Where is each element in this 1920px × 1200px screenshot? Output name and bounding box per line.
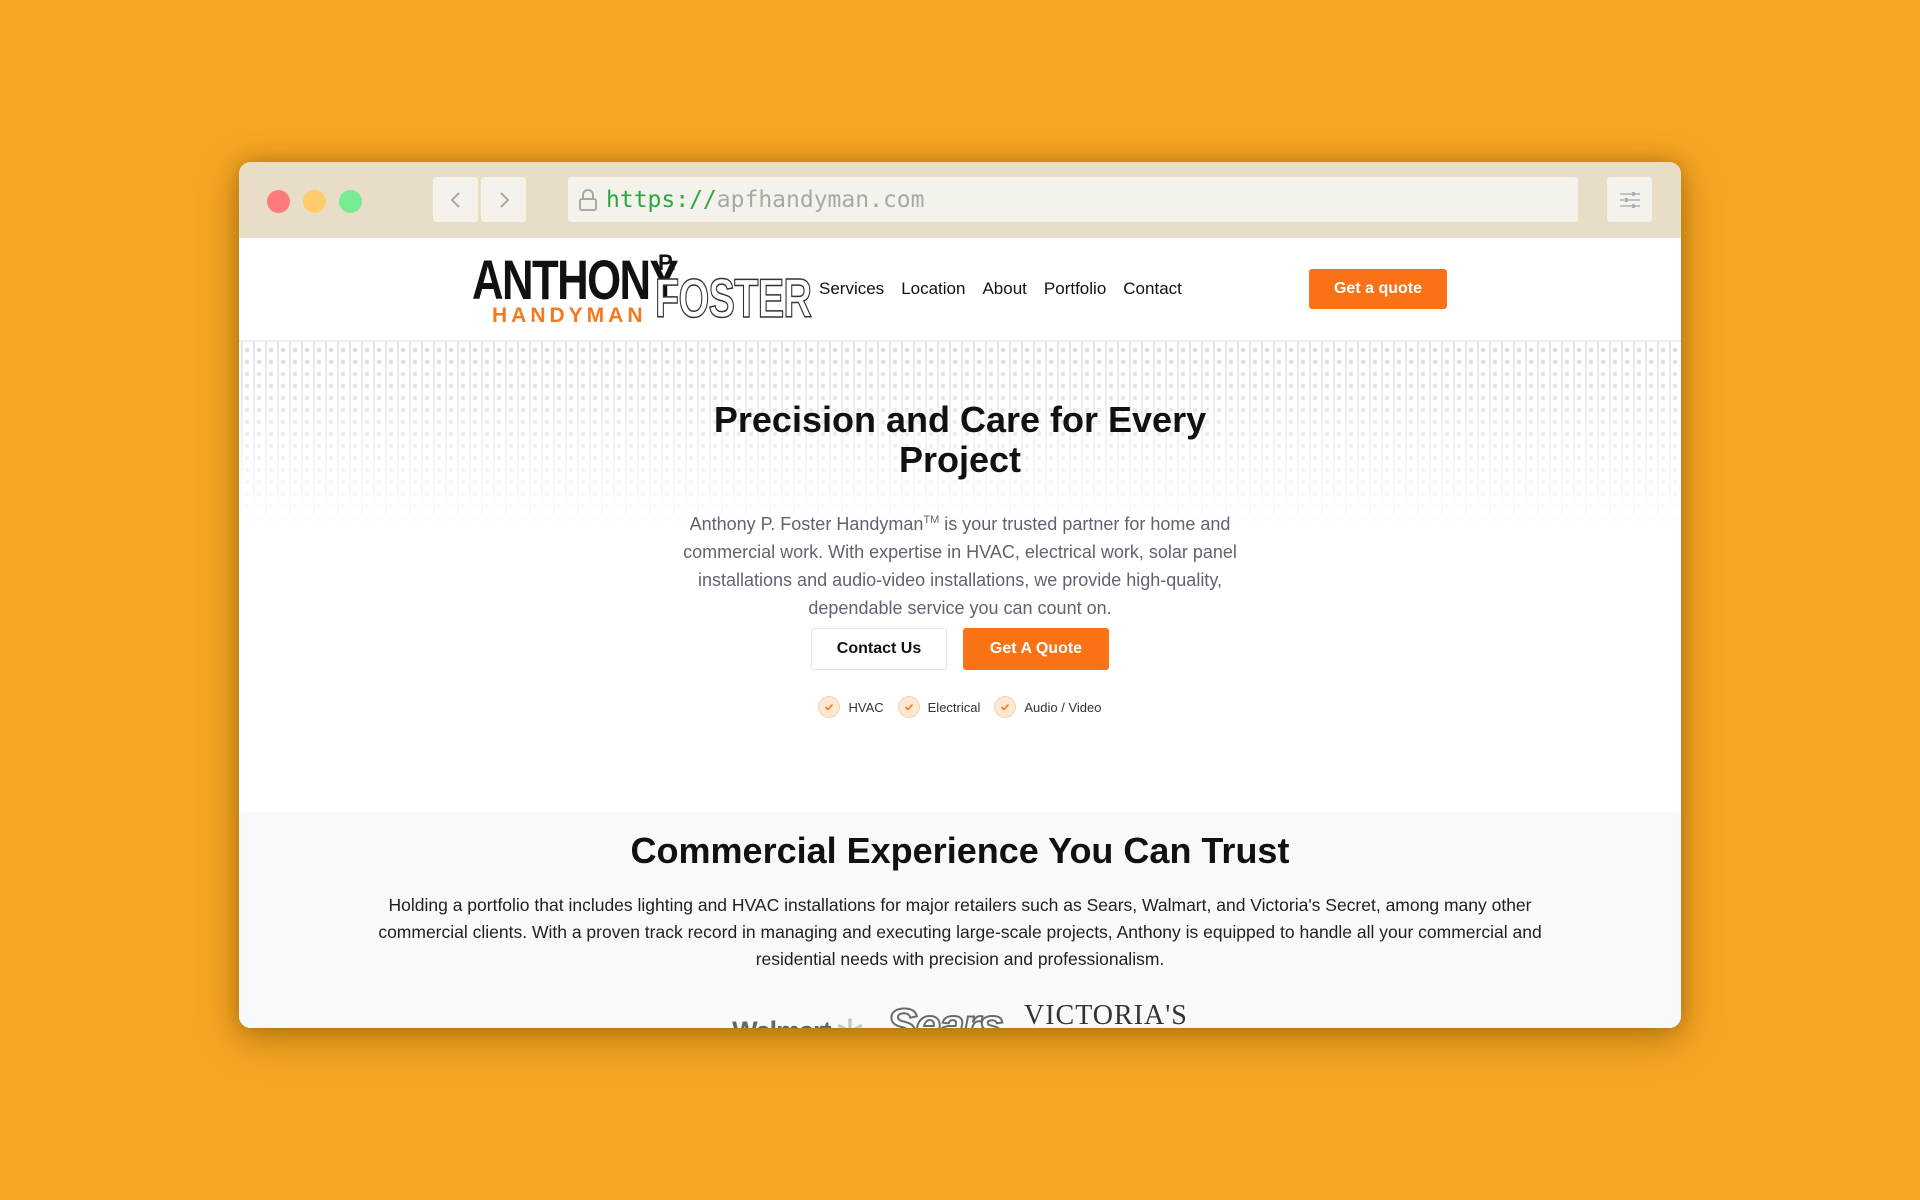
nav-about[interactable]: About: [982, 279, 1026, 299]
chevron-left-icon: [450, 191, 460, 208]
hero-brand: Anthony P. Foster Handyman: [689, 514, 924, 534]
hero-get-quote-button[interactable]: Get A Quote: [963, 628, 1109, 670]
lock-icon: [578, 188, 598, 212]
client-logos: Walmart Sears VICTORIA'S SECRET: [239, 999, 1681, 1029]
hero-section: Precision and Care for Every Project Ant…: [239, 342, 1681, 812]
logo-handyman: HANDYMAN: [492, 304, 647, 327]
feature-label: Audio / Video: [1024, 699, 1102, 715]
check-icon: [897, 696, 920, 718]
section-description: Holding a portfolio that includes lighti…: [378, 895, 1542, 969]
minimize-window-button[interactable]: [303, 190, 326, 213]
feature-label: Electrical: [927, 699, 981, 715]
maximize-window-button[interactable]: [339, 190, 362, 213]
chevron-right-icon: [499, 191, 509, 208]
main-nav: Services Location About Portfolio Contac…: [819, 238, 1182, 340]
back-button[interactable]: [433, 177, 478, 222]
feature-electrical: Electrical: [897, 696, 981, 718]
walmart-spark-icon: [837, 1017, 862, 1028]
victorias-secret-logo: VICTORIA'S SECRET: [1023, 1000, 1188, 1029]
browser-menu-button[interactable]: [1607, 177, 1652, 222]
browser-titlebar: https://apfhandyman.com: [239, 162, 1681, 238]
feature-label: HVAC: [848, 699, 884, 715]
hero-description: Anthony P. Foster HandymanTM is your tru…: [665, 506, 1255, 622]
hero-title: Precision and Care for Every Project: [713, 399, 1207, 480]
forward-button[interactable]: [481, 177, 526, 222]
sears-logo: Sears: [886, 999, 1005, 1028]
close-window-button[interactable]: [267, 190, 290, 213]
logo-anthony: ANTHONY: [472, 248, 679, 311]
browser-window: https://apfhandyman.com ANTHONY P. HANDY…: [239, 162, 1681, 1028]
web-page: ANTHONY P. HANDYMAN FOSTER Services Loca…: [239, 238, 1681, 1028]
check-icon: [818, 696, 841, 718]
feature-audio-video: Audio / Video: [994, 696, 1102, 718]
site-logo[interactable]: ANTHONY P. HANDYMAN FOSTER: [472, 248, 813, 328]
nav-services[interactable]: Services: [819, 279, 884, 299]
walmart-logo: Walmart: [732, 1016, 865, 1028]
nav-location[interactable]: Location: [901, 279, 965, 299]
logo-foster: FOSTER: [654, 267, 812, 329]
contact-us-button[interactable]: Contact Us: [811, 628, 947, 670]
service-features: HVAC Electrical Audio / Video: [239, 696, 1681, 718]
header-get-quote-button[interactable]: Get a quote: [1309, 269, 1447, 309]
trademark: TM: [923, 514, 940, 526]
check-icon: [994, 696, 1017, 718]
commercial-experience-section: Commercial Experience You Can Trust Hold…: [239, 812, 1681, 1028]
section-title: Commercial Experience You Can Trust: [630, 830, 1290, 871]
nav-contact[interactable]: Contact: [1123, 279, 1182, 299]
address-bar[interactable]: https://apfhandyman.com: [568, 177, 1578, 222]
feature-hvac: HVAC: [818, 696, 884, 718]
url-scheme: https://: [606, 186, 717, 213]
url-host: apfhandyman.com: [716, 186, 925, 213]
hero-cta-row: Contact Us Get A Quote: [239, 628, 1681, 670]
sliders-icon: [1619, 191, 1640, 208]
walmart-wordmark: Walmart: [732, 1016, 832, 1028]
vs-line-1: VICTORIA'S: [1023, 1000, 1188, 1029]
nav-portfolio[interactable]: Portfolio: [1044, 279, 1106, 299]
site-header: ANTHONY P. HANDYMAN FOSTER Services Loca…: [239, 238, 1681, 342]
